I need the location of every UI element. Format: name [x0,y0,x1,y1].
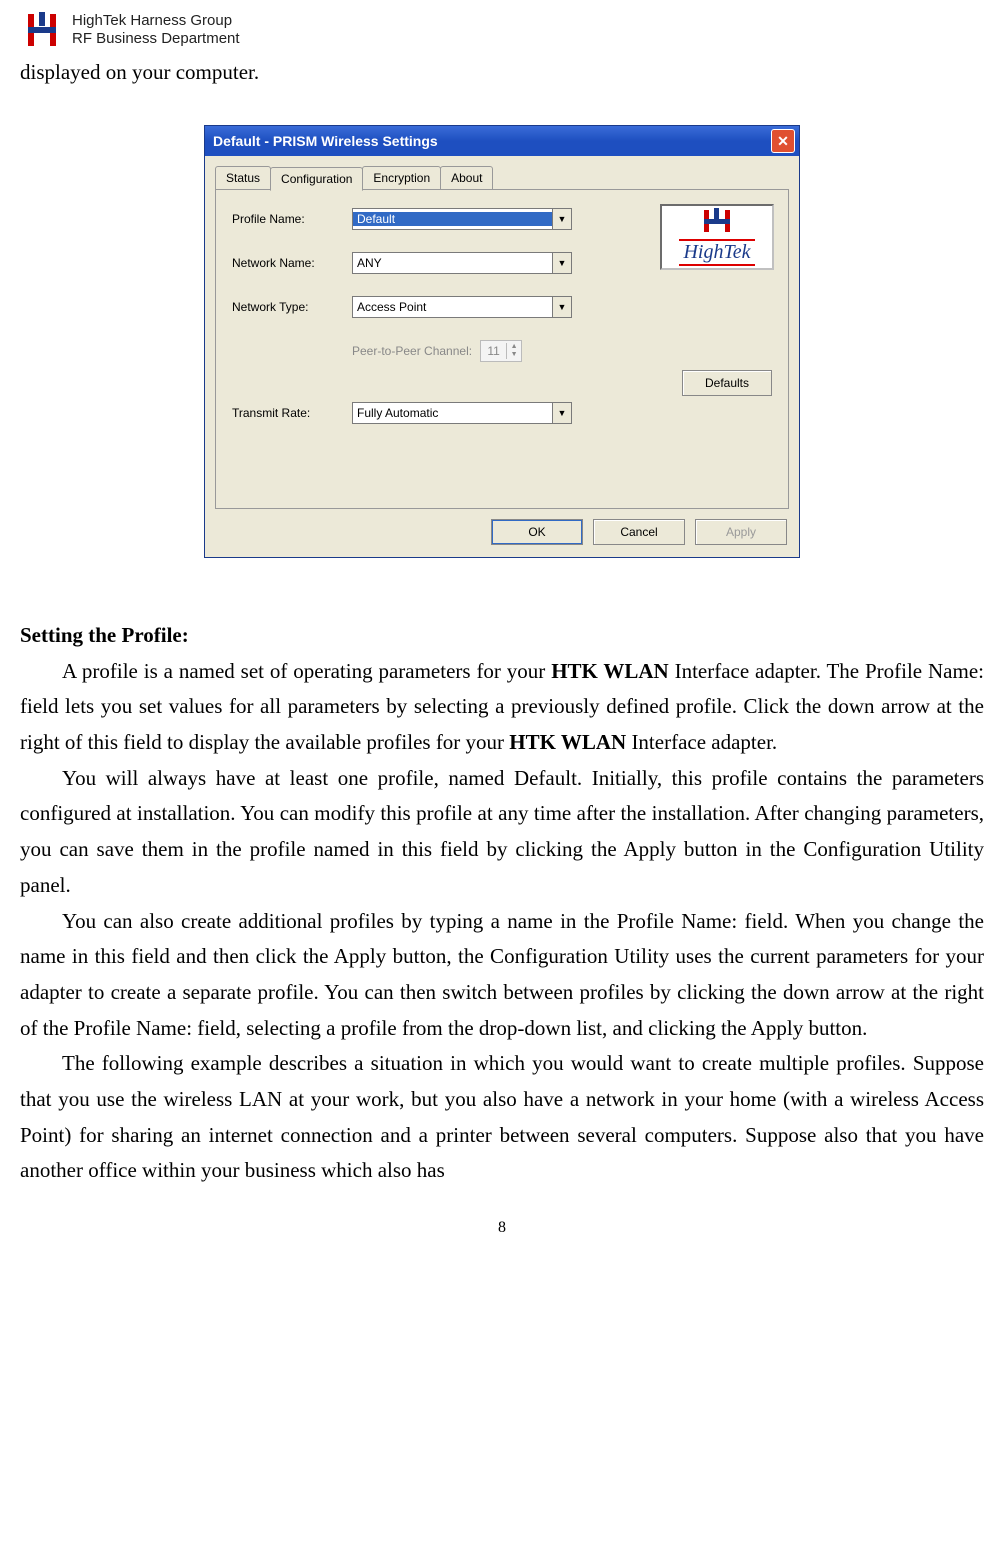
profile-name-combo[interactable]: Default ▼ [352,208,572,230]
tab-configuration[interactable]: Configuration [270,167,363,191]
network-name-value: ANY [353,256,552,270]
chevron-down-icon[interactable]: ▼ [552,403,571,423]
ok-button[interactable]: OK [491,519,583,545]
p2p-channel-value: 11 [481,344,506,358]
network-type-label: Network Type: [232,300,352,314]
transmit-rate-label: Transmit Rate: [232,406,352,420]
paragraph-1: A profile is a named set of operating pa… [20,654,984,761]
paragraph-3: You can also create additional profiles … [20,904,984,1047]
p2p-channel-spinner: 11 ▲▼ [480,340,522,362]
paragraph-4: The following example describes a situat… [20,1046,984,1189]
tab-strip: Status Configuration Encryption About [215,166,789,190]
transmit-rate-value: Fully Automatic [353,406,552,420]
page-header: HighTek Harness Group RF Business Depart… [20,8,984,52]
body-text: Setting the Profile: A profile is a name… [20,618,984,1189]
network-name-label: Network Name: [232,256,352,270]
profile-name-label: Profile Name: [232,212,352,226]
configuration-panel: HighTek Profile Name: Default ▼ Network … [215,189,789,509]
p2p-channel-label: Peer-to-Peer Channel: [352,344,472,358]
network-name-combo[interactable]: ANY ▼ [352,252,572,274]
brand-box: HighTek [660,204,774,270]
profile-name-value: Default [353,212,552,226]
tab-status[interactable]: Status [215,166,271,190]
window-title: Default - PRISM Wireless Settings [213,133,771,149]
intro-text: displayed on your computer. [20,60,984,85]
chevron-down-icon[interactable]: ▼ [552,297,571,317]
paragraph-2: You will always have at least one profil… [20,761,984,904]
spinner-arrows-icon: ▲▼ [506,343,521,359]
chevron-down-icon[interactable]: ▼ [552,209,571,229]
network-type-value: Access Point [353,300,552,314]
company-logo-icon [20,8,64,52]
section-heading: Setting the Profile: [20,618,984,654]
transmit-rate-combo[interactable]: Fully Automatic ▼ [352,402,572,424]
chevron-down-icon[interactable]: ▼ [552,253,571,273]
tab-about[interactable]: About [440,166,493,190]
brand-name: HighTek [679,239,754,266]
dialog-window: Default - PRISM Wireless Settings ✕ Stat… [204,125,800,558]
department-name: RF Business Department [72,30,240,48]
tab-encryption[interactable]: Encryption [362,166,441,190]
company-name: HighTek Harness Group [72,12,240,30]
defaults-button[interactable]: Defaults [682,370,772,396]
page-number: 8 [20,1219,984,1237]
close-button[interactable]: ✕ [771,129,795,153]
close-icon: ✕ [777,133,789,150]
brand-logo-icon [700,208,734,237]
cancel-button[interactable]: Cancel [593,519,685,545]
titlebar: Default - PRISM Wireless Settings ✕ [205,126,799,156]
network-type-combo[interactable]: Access Point ▼ [352,296,572,318]
p2p-channel-row: Peer-to-Peer Channel: 11 ▲▼ [352,340,772,362]
apply-button: Apply [695,519,787,545]
